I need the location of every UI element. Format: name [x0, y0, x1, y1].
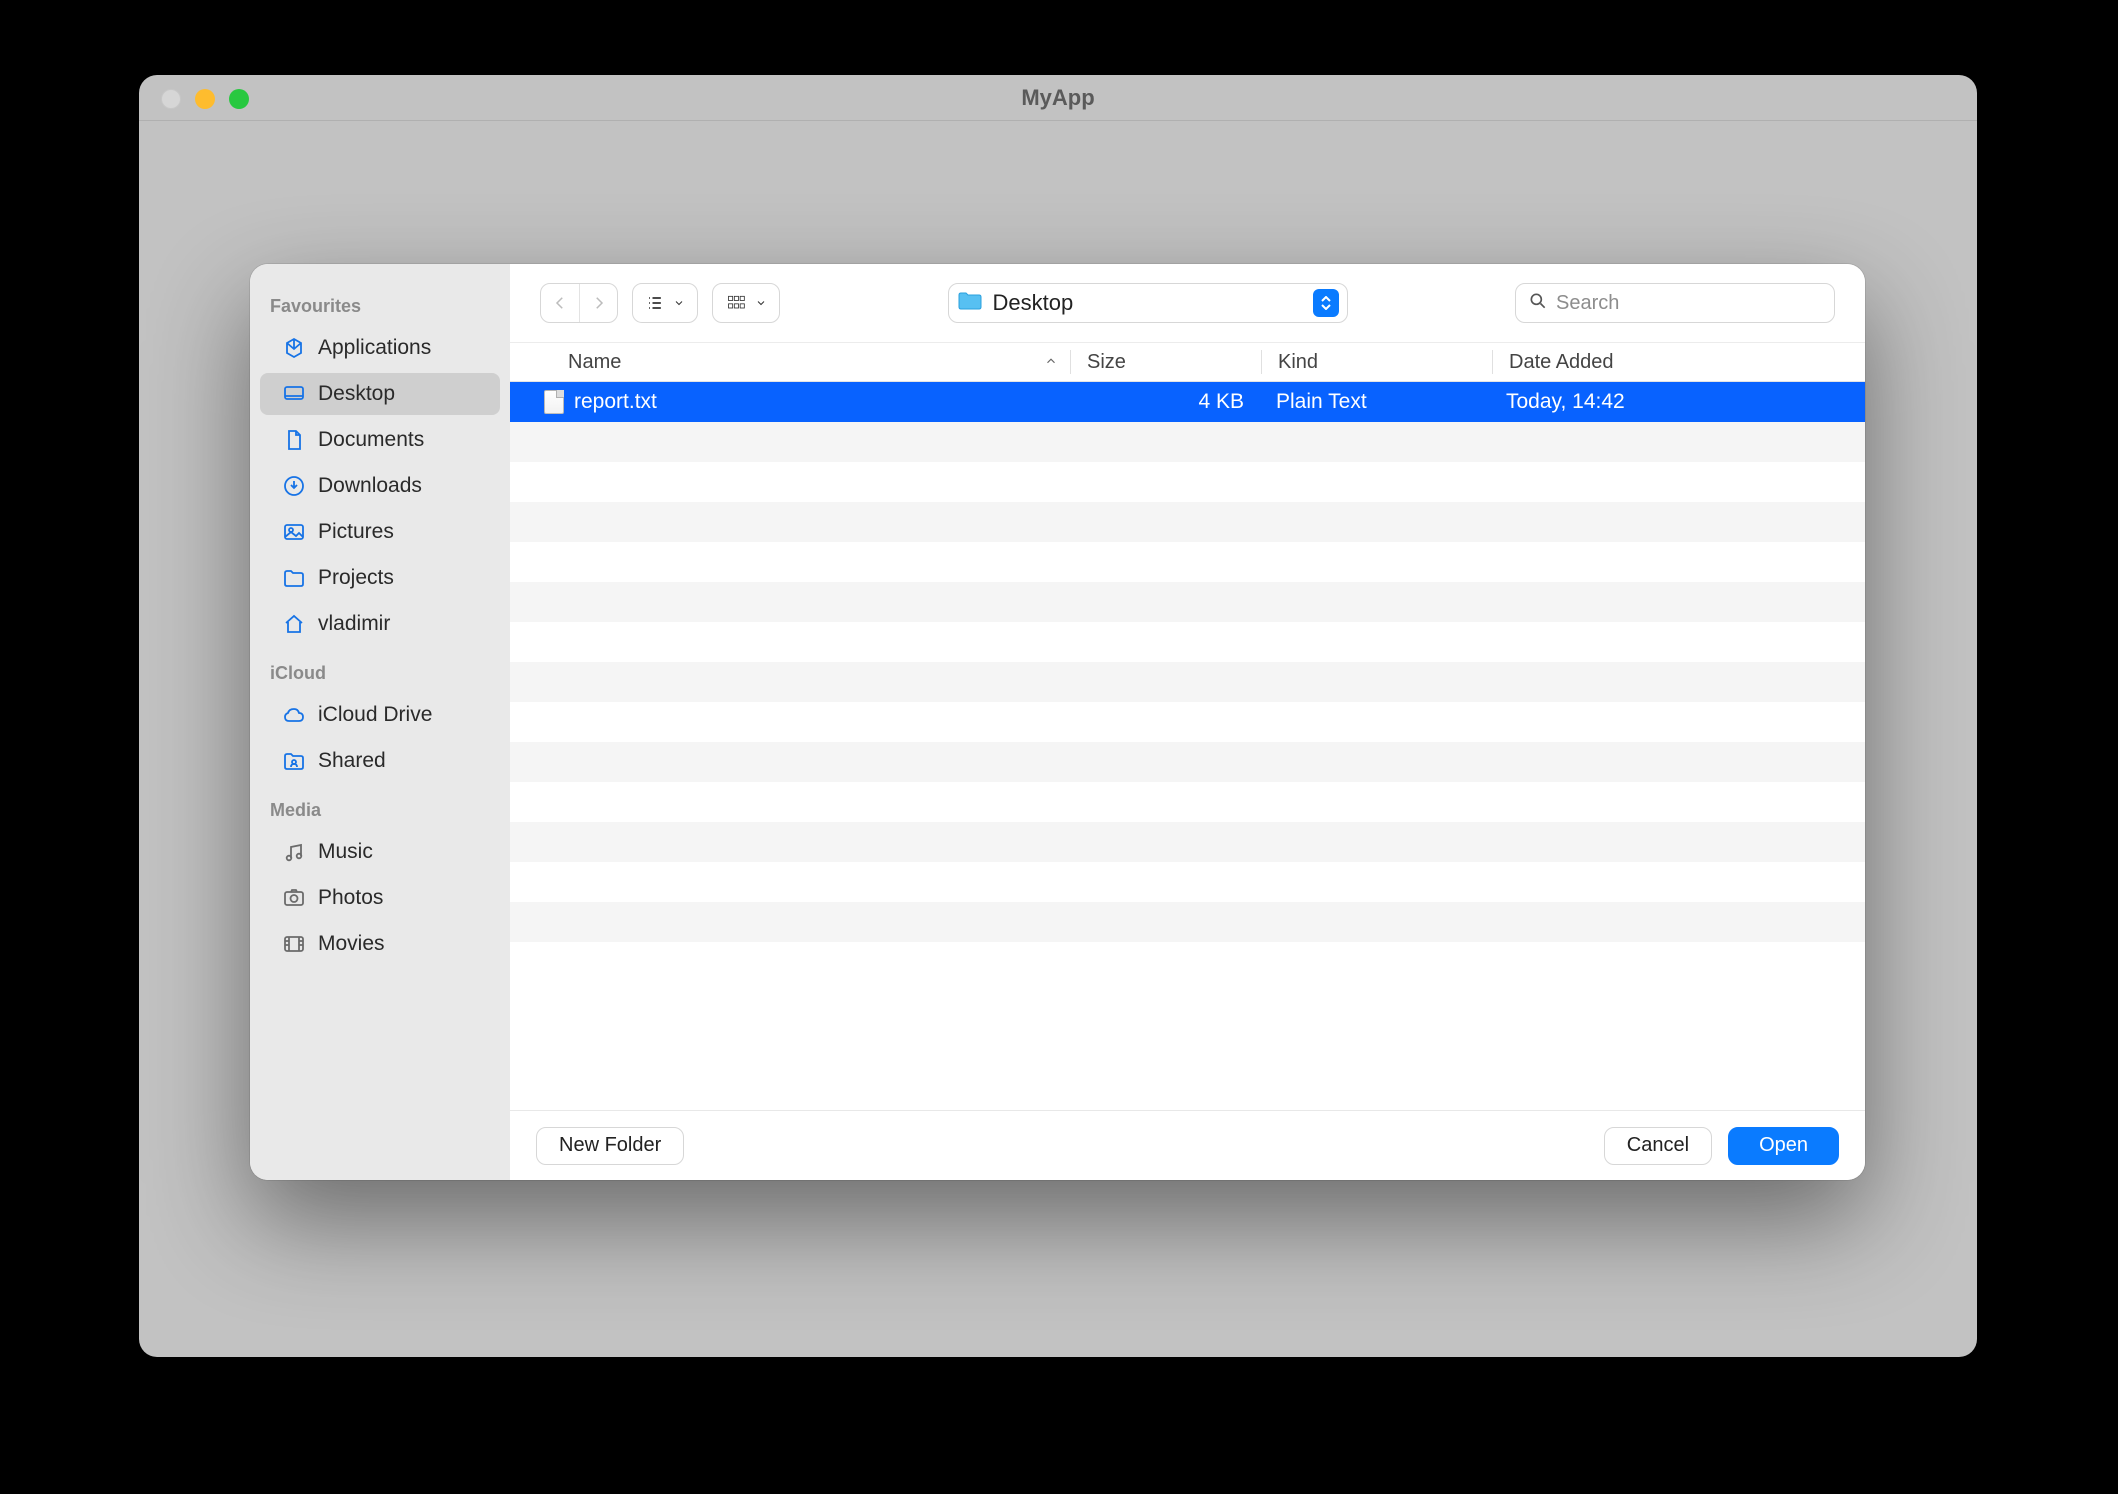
- folder-glyph-icon: [957, 290, 983, 317]
- chevron-down-icon: [673, 297, 685, 309]
- empty-row: [510, 542, 1865, 582]
- empty-row: [510, 422, 1865, 462]
- sidebar-item-applications[interactable]: Applications: [260, 327, 500, 369]
- empty-row: [510, 782, 1865, 822]
- search-input[interactable]: [1556, 292, 1822, 315]
- forward-button[interactable]: [579, 284, 617, 322]
- sidebar-item-label: Shared: [318, 749, 480, 773]
- empty-row: [510, 662, 1865, 702]
- pictures-icon: [280, 520, 308, 544]
- location-popup[interactable]: Desktop: [948, 283, 1348, 323]
- file-kind: Plain Text: [1260, 390, 1490, 414]
- sidebar-item-label: Music: [318, 840, 480, 864]
- view-mode-button[interactable]: [632, 283, 698, 323]
- empty-row: [510, 862, 1865, 902]
- photos-icon: [280, 886, 308, 910]
- sidebar-item-label: iCloud Drive: [318, 703, 480, 727]
- file-date-added: Today, 14:42: [1490, 390, 1865, 414]
- sidebar-item-label: Projects: [318, 566, 480, 590]
- new-folder-button[interactable]: New Folder: [536, 1127, 684, 1165]
- document-icon: [280, 428, 308, 452]
- file-size: 4 KB: [1070, 390, 1260, 414]
- sidebar-item-projects[interactable]: Projects: [260, 557, 500, 599]
- search-field[interactable]: [1515, 283, 1835, 323]
- file-name: report.txt: [574, 390, 657, 414]
- app-store-icon: [280, 336, 308, 360]
- sidebar-item-label: Pictures: [318, 520, 480, 544]
- chevron-down-icon: [755, 297, 767, 309]
- main-area: Desktop Name: [510, 264, 1865, 1180]
- sidebar: Favourites Applications Desktop Document…: [250, 264, 510, 1180]
- column-header-size[interactable]: Size: [1071, 351, 1261, 374]
- sidebar-section-favourites: Favourites: [250, 282, 510, 323]
- cancel-button[interactable]: Cancel: [1604, 1127, 1712, 1165]
- empty-row: [510, 622, 1865, 662]
- dialog-footer: New Folder Cancel Open: [510, 1110, 1865, 1180]
- location-stepper-icon: [1313, 289, 1339, 317]
- column-header-row: Name Size Kind Date Added: [510, 342, 1865, 382]
- sidebar-item-shared[interactable]: Shared: [260, 740, 500, 782]
- open-file-dialog: Favourites Applications Desktop Document…: [250, 264, 1865, 1180]
- group-by-button[interactable]: [712, 283, 780, 323]
- empty-row: [510, 462, 1865, 502]
- sidebar-item-label: Documents: [318, 428, 480, 452]
- download-icon: [280, 474, 308, 498]
- sidebar-section-icloud: iCloud: [250, 649, 510, 690]
- empty-row: [510, 822, 1865, 862]
- home-icon: [280, 612, 308, 636]
- folder-icon: [280, 566, 308, 590]
- open-button[interactable]: Open: [1728, 1127, 1839, 1165]
- toolbar: Desktop: [510, 264, 1865, 342]
- nav-segment: [540, 283, 618, 323]
- sidebar-item-label: Photos: [318, 886, 480, 910]
- empty-row: [510, 502, 1865, 542]
- window-title: MyApp: [139, 75, 1977, 121]
- sidebar-item-icloud-drive[interactable]: iCloud Drive: [260, 694, 500, 736]
- empty-row: [510, 582, 1865, 622]
- music-icon: [280, 840, 308, 864]
- sidebar-item-home[interactable]: vladimir: [260, 603, 500, 645]
- sidebar-item-pictures[interactable]: Pictures: [260, 511, 500, 553]
- text-file-icon: [544, 390, 564, 414]
- maximize-window-button[interactable]: [229, 89, 249, 109]
- shared-folder-icon: [280, 749, 308, 773]
- empty-row: [510, 742, 1865, 782]
- empty-row: [510, 702, 1865, 742]
- sidebar-item-photos[interactable]: Photos: [260, 877, 500, 919]
- desktop-icon: [280, 382, 308, 406]
- sidebar-item-movies[interactable]: Movies: [260, 923, 500, 965]
- sidebar-item-label: vladimir: [318, 612, 480, 636]
- sort-ascending-icon: [1044, 351, 1058, 374]
- column-header-kind[interactable]: Kind: [1262, 351, 1492, 374]
- sidebar-item-label: Desktop: [318, 382, 480, 406]
- parent-app-window: MyApp Favourites Applications Desktop: [139, 75, 1977, 1357]
- column-header-name[interactable]: Name: [510, 351, 1070, 374]
- sidebar-item-label: Downloads: [318, 474, 480, 498]
- close-window-button[interactable]: [161, 89, 181, 109]
- back-button[interactable]: [541, 284, 579, 322]
- sidebar-item-music[interactable]: Music: [260, 831, 500, 873]
- file-list[interactable]: report.txt 4 KBPlain TextToday, 14:42: [510, 382, 1865, 1110]
- minimize-window-button[interactable]: [195, 89, 215, 109]
- sidebar-item-desktop[interactable]: Desktop: [260, 373, 500, 415]
- sidebar-item-documents[interactable]: Documents: [260, 419, 500, 461]
- titlebar: MyApp: [139, 75, 1977, 121]
- traffic-lights: [161, 89, 249, 109]
- empty-row: [510, 902, 1865, 942]
- location-label: Desktop: [993, 290, 1303, 316]
- movies-icon: [280, 932, 308, 956]
- sidebar-section-media: Media: [250, 786, 510, 827]
- sidebar-item-label: Applications: [318, 336, 480, 360]
- cloud-icon: [280, 703, 308, 727]
- sidebar-item-downloads[interactable]: Downloads: [260, 465, 500, 507]
- column-header-date-added[interactable]: Date Added: [1493, 351, 1865, 374]
- file-row[interactable]: report.txt 4 KBPlain TextToday, 14:42: [510, 382, 1865, 422]
- search-icon: [1528, 291, 1548, 316]
- sidebar-item-label: Movies: [318, 932, 480, 956]
